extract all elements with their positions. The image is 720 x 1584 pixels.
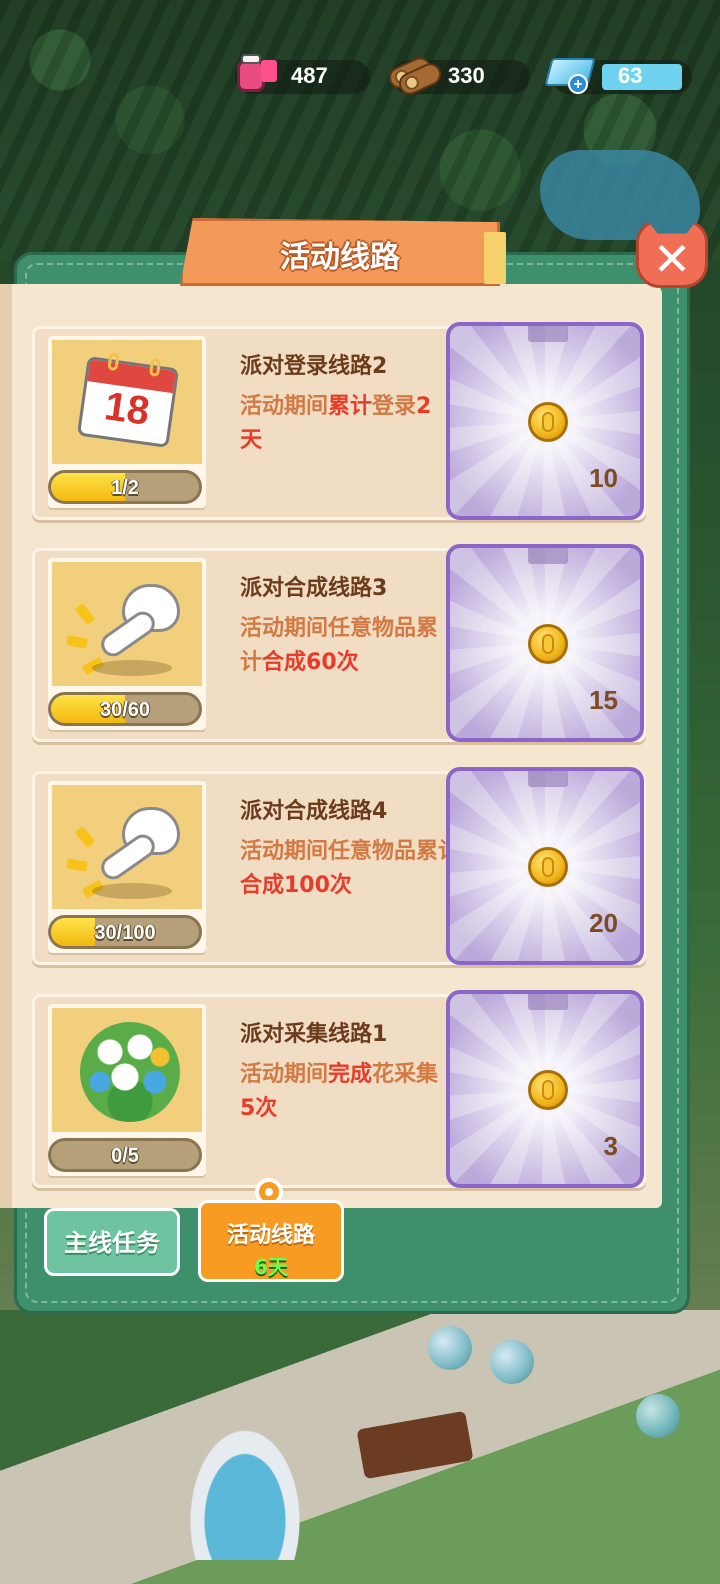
reward-amount: 20 (589, 908, 618, 938)
task-icon-frame: 30/100 (48, 781, 206, 953)
reward-amount: 15 (589, 685, 618, 715)
wood-resource[interactable]: 330 (385, 53, 530, 99)
tab-event-days-left: 6天 (254, 1255, 288, 1279)
ink-resource[interactable]: 487 (235, 54, 370, 94)
reward-box[interactable]: 3 (446, 990, 644, 1188)
progress-text: 30/60 (99, 699, 151, 721)
dialog-title: 活动线路 (280, 240, 400, 275)
gold-coin-icon (528, 847, 568, 887)
task-description: 活动期间累计登录2天 (240, 394, 432, 453)
gold-coin-icon (528, 1070, 568, 1110)
reward-box[interactable]: 10 (446, 322, 644, 520)
progress-bar: 1/2 (48, 470, 202, 504)
task-description: 活动期间任意物品累计合成60次 (240, 616, 439, 675)
gem-count: 63 (618, 63, 643, 88)
tap-hand-icon (96, 807, 184, 891)
plant-bubble[interactable] (636, 1394, 680, 1438)
ink-bottle-icon (231, 54, 277, 96)
task-title: 派对登录线路2 (240, 354, 388, 379)
reward-amount: 10 (589, 463, 618, 493)
calendar-icon: 18 (76, 351, 180, 449)
wood-count: 330 (448, 63, 485, 88)
task-icon-frame: 0/5 (48, 1004, 206, 1176)
task-card[interactable]: 0/5 派对采集线路1 活动期间完成花采集5次 3 (32, 990, 646, 1188)
progress-text: 30/100 (94, 922, 156, 944)
plant-bubble[interactable] (490, 1340, 534, 1384)
clip-icon (528, 994, 568, 1010)
progress-text: 1/2 (111, 477, 139, 499)
flower-bush-icon (80, 1022, 180, 1122)
task-description: 活动期间任意物品累计合成100次 (240, 839, 461, 898)
task-icon-frame: 18 1/2 (48, 336, 206, 508)
tab-main-label: 主线任务 (64, 1229, 160, 1257)
gold-coin-icon (528, 402, 568, 442)
clip-icon (528, 771, 568, 787)
add-gems-icon[interactable]: + (568, 74, 588, 94)
task-title: 派对采集线路1 (240, 1022, 388, 1047)
progress-text: 0/5 (111, 1145, 139, 1167)
reward-box[interactable]: 20 (446, 767, 644, 965)
wood-log-icon (384, 53, 445, 99)
progress-bar: 30/100 (48, 915, 202, 949)
reward-box[interactable]: 15 (446, 544, 644, 742)
river (540, 150, 700, 240)
task-card[interactable]: 30/60 派对合成线路3 活动期间任意物品累计合成60次 15 (32, 544, 646, 742)
task-card[interactable]: 18 1/2 派对登录线路2 活动期间累计登录2天 10 (32, 322, 646, 520)
reward-amount: 3 (603, 1131, 618, 1161)
plant-bubble[interactable] (428, 1326, 472, 1370)
task-icon-frame: 30/60 (48, 558, 206, 730)
gold-coin-icon (528, 624, 568, 664)
tab-main-quests[interactable]: 主线任务 (44, 1208, 180, 1276)
task-card[interactable]: 30/100 派对合成线路4 活动期间任意物品累计合成100次 20 (32, 767, 646, 965)
tap-hand-icon (96, 584, 184, 668)
tab-event-label: 活动线路 (226, 1223, 315, 1248)
ink-count: 487 (291, 63, 328, 88)
task-title: 派对合成线路3 (240, 576, 388, 601)
close-icon[interactable]: ✕ (653, 232, 692, 286)
gem-resource[interactable]: + 63 (544, 58, 692, 94)
task-title: 派对合成线路4 (240, 799, 388, 824)
clip-icon (528, 548, 568, 564)
tab-event-routes[interactable]: 活动线路 6天 (198, 1200, 344, 1282)
progress-bar: 0/5 (48, 1138, 202, 1172)
clip-icon (528, 326, 568, 342)
task-description: 活动期间完成花采集5次 (240, 1062, 439, 1121)
fountain[interactable] (190, 1430, 300, 1560)
progress-bar: 30/60 (48, 692, 202, 726)
